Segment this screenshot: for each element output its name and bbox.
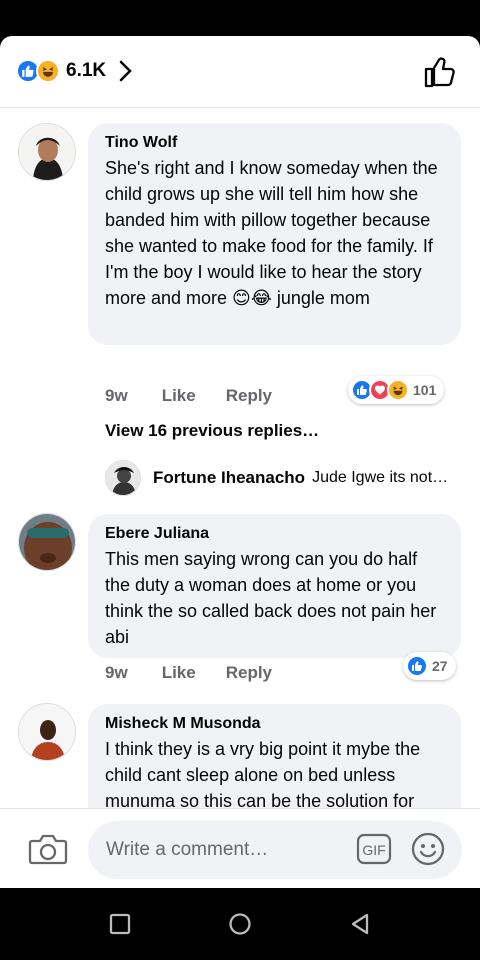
comment-time: 9w: [105, 663, 128, 682]
avatar[interactable]: [18, 703, 76, 761]
haha-icon: [387, 379, 409, 401]
avatar[interactable]: [105, 460, 141, 496]
reactions-header: 6.1K: [0, 36, 480, 108]
reaction-pill[interactable]: 101: [348, 376, 445, 404]
reaction-count: 6.1K: [66, 60, 107, 81]
comment-actions: 9w Like Reply: [105, 663, 272, 683]
comment-composer: Write a comment… GIF: [0, 808, 480, 888]
comment-actions: 9w Like Reply: [105, 386, 272, 406]
gif-label: GIF: [362, 842, 385, 858]
comment-bubble[interactable]: Tino Wolf She's right and I know someday…: [88, 123, 461, 345]
comment-input[interactable]: Write a comment… GIF: [88, 821, 462, 879]
emoji-icon[interactable]: [410, 831, 446, 867]
system-nav-bar: [0, 888, 480, 960]
comment-time: 9w: [105, 386, 128, 405]
haha-icon: [36, 59, 60, 83]
comment-list: Tino Wolf She's right and I know someday…: [0, 108, 480, 808]
reply-button[interactable]: Reply: [226, 663, 272, 683]
like-icon: [406, 655, 428, 677]
comment-text: This men saying wrong can you do half th…: [105, 549, 437, 647]
like-button[interactable]: Like: [162, 663, 196, 683]
home-icon[interactable]: [228, 912, 252, 936]
comment-text: I think they is a vry big point it mybe …: [105, 739, 421, 808]
reaction-count: 27: [432, 658, 448, 674]
reply-preview[interactable]: Fortune Iheanacho Jude Igwe its not…: [105, 460, 448, 496]
thumbs-up-icon[interactable]: [422, 54, 458, 90]
comment-author[interactable]: Misheck M Musonda: [105, 714, 443, 734]
comment-author[interactable]: Ebere Juliana: [105, 524, 443, 544]
status-bar: [0, 0, 480, 36]
view-previous-replies[interactable]: View 16 previous replies…: [105, 421, 319, 441]
reply-author[interactable]: Fortune Iheanacho: [153, 468, 305, 488]
gif-icon[interactable]: GIF: [356, 833, 392, 865]
comment-author[interactable]: Tino Wolf: [105, 133, 443, 153]
reply-snippet: Jude Igwe its not…: [312, 469, 449, 486]
comments-sheet: 6.1K Tino Wolf She's right and I know so…: [0, 36, 480, 888]
comment-bubble[interactable]: Misheck M Musonda I think they is a vry …: [88, 704, 461, 808]
reaction-summary[interactable]: 6.1K: [16, 57, 134, 85]
chevron-right-icon[interactable]: [118, 59, 134, 83]
reaction-count: 101: [413, 382, 437, 398]
back-icon[interactable]: [348, 912, 372, 936]
comment-placeholder: Write a comment…: [106, 839, 269, 860]
avatar[interactable]: [18, 123, 76, 181]
avatar[interactable]: [18, 513, 76, 571]
recent-apps-icon[interactable]: [108, 912, 132, 936]
comment-text: She's right and I know someday when the …: [105, 158, 438, 308]
reaction-pill[interactable]: 27: [403, 652, 456, 680]
reply-button[interactable]: Reply: [226, 386, 272, 406]
like-button[interactable]: Like: [162, 386, 196, 406]
comment-bubble[interactable]: Ebere Juliana This men saying wrong can …: [88, 514, 461, 658]
camera-icon[interactable]: [28, 831, 68, 867]
